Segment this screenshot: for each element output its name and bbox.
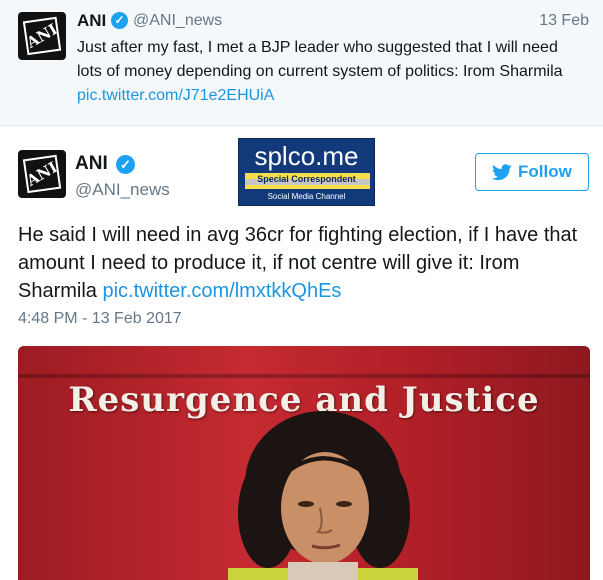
watermark-tagline: Social Media Channel: [267, 192, 346, 201]
splco-watermark: splco.me Special Correspondent Social Me…: [238, 138, 375, 206]
context-author-handle[interactable]: @ANI_news: [133, 12, 222, 30]
watermark-subtitle: Special Correspondent: [257, 174, 356, 184]
avatar-logo-text: ANI: [23, 20, 61, 52]
context-avatar[interactable]: ANI: [18, 12, 66, 60]
main-author-handle[interactable]: @ANI_news: [75, 180, 170, 200]
context-tweet-date[interactable]: 13 Feb: [539, 12, 589, 30]
watermark-title: splco.me: [254, 141, 359, 171]
verified-badge-icon: ✓: [116, 155, 135, 174]
follow-label: Follow: [518, 162, 572, 181]
context-tweet-text: Just after my fast, I met a BJP leader w…: [77, 36, 587, 108]
verified-badge-icon: ✓: [111, 12, 128, 29]
tweet-timestamp[interactable]: 4:48 PM - 13 Feb 2017: [18, 310, 182, 328]
main-author-name[interactable]: ANI: [75, 153, 108, 175]
photo-banner-edge: [18, 374, 590, 378]
tweet-photo[interactable]: Resurgence and Justice: [18, 346, 590, 580]
twitter-bird-icon: [492, 164, 512, 181]
context-tweet-link[interactable]: pic.twitter.com/J71e2EHUiA: [77, 87, 274, 104]
main-avatar[interactable]: ANI: [18, 150, 66, 198]
main-tweet-text: He said I will need in avg 36cr for figh…: [18, 221, 593, 305]
avatar-logo-text: ANI: [23, 158, 61, 190]
main-tweet-link[interactable]: pic.twitter.com/lmxtkkQhEs: [102, 280, 341, 302]
context-tweet-body: Just after my fast, I met a BJP leader w…: [77, 39, 563, 80]
context-author-name[interactable]: ANI: [77, 11, 106, 31]
person-portrait: [228, 411, 418, 580]
follow-button[interactable]: Follow: [475, 153, 589, 191]
context-tweet[interactable]: ANI ANI ✓ @ANI_news 13 Feb Just after my…: [0, 0, 603, 126]
